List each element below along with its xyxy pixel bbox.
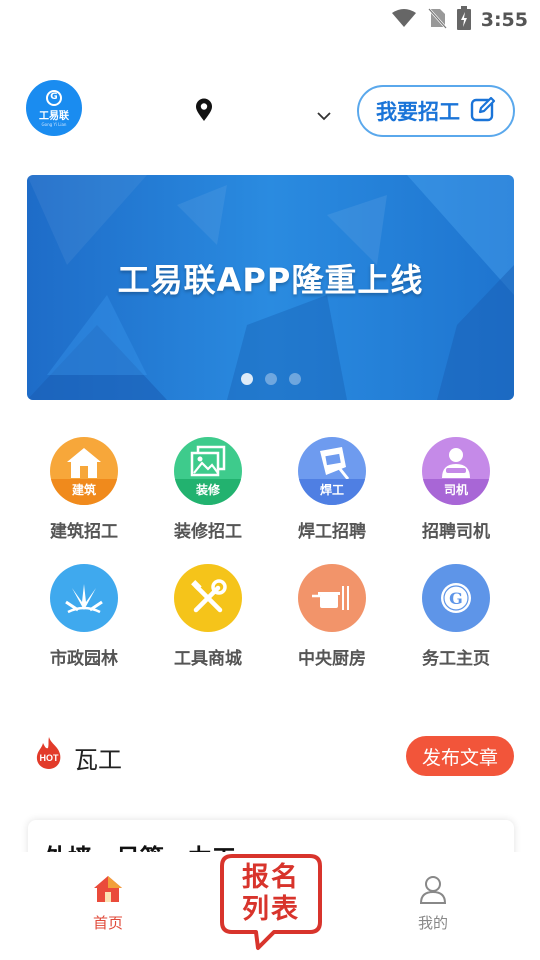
- status-icons: 3:55: [391, 6, 528, 34]
- status-time: 3:55: [480, 9, 528, 31]
- category-central-kitchen[interactable]: 中央厨房: [270, 564, 394, 669]
- section-header: HOT 瓦工 发布文章: [34, 736, 514, 776]
- edit-icon: [470, 96, 496, 126]
- category-label: 招聘司机: [422, 522, 490, 542]
- signup-label-line1: 报名: [242, 862, 300, 893]
- no-sim-icon: [427, 7, 447, 33]
- logo-g-icon: G: [46, 89, 62, 106]
- home-icon: [92, 874, 124, 908]
- category-label: 市政园林: [50, 649, 118, 669]
- hot-flame-icon: HOT: [34, 736, 64, 774]
- status-bar: 3:55: [0, 0, 540, 38]
- plant-icon: [50, 564, 118, 632]
- nav-home[interactable]: 首页: [78, 874, 138, 933]
- house-icon: 建筑: [50, 437, 118, 505]
- chevron-down-icon[interactable]: [316, 106, 332, 125]
- post-job-button[interactable]: 我要招工: [357, 85, 515, 137]
- post-job-label: 我要招工: [376, 100, 460, 124]
- user-profile-icon: [418, 874, 448, 908]
- category-worker-home[interactable]: G 务工主页: [394, 564, 518, 669]
- signup-list-label: 报名 列表: [218, 862, 324, 926]
- category-driver[interactable]: 司机 招聘司机: [394, 437, 518, 542]
- category-label: 装修招工: [174, 522, 242, 542]
- hot-label: HOT: [40, 753, 60, 763]
- battery-charging-icon: [456, 6, 471, 34]
- section-title: 瓦工: [74, 746, 122, 774]
- category-construction[interactable]: 建筑 建筑招工: [22, 437, 146, 542]
- svg-text:G: G: [449, 589, 463, 608]
- promo-banner[interactable]: 工易联APP隆重上线: [27, 175, 514, 400]
- pot-icon: [298, 564, 366, 632]
- category-label: 焊工招聘: [298, 522, 366, 542]
- banner-dot-1[interactable]: [240, 373, 253, 385]
- category-badge: 装修: [174, 479, 242, 505]
- welding-mask-icon: 焊工: [298, 437, 366, 505]
- category-grid: 建筑 建筑招工 装修 装修招工 焊工 焊工招聘 司机 招聘司机 市政园林 工具商…: [22, 437, 518, 669]
- category-welder[interactable]: 焊工 焊工招聘: [270, 437, 394, 542]
- category-label: 中央厨房: [298, 649, 366, 669]
- category-badge: 建筑: [50, 479, 118, 505]
- category-label: 务工主页: [422, 649, 490, 669]
- bottom-nav: 首页 报名 列表 我的: [0, 852, 540, 960]
- pictures-icon: 装修: [174, 437, 242, 505]
- nav-me-label: 我的: [417, 914, 448, 932]
- header: G 工易联 Gong Yi Lian 我要招工: [0, 80, 540, 140]
- category-decoration[interactable]: 装修 装修招工: [146, 437, 270, 542]
- location-pin-icon[interactable]: [194, 98, 214, 126]
- signup-list-button[interactable]: 报名 列表: [218, 852, 324, 952]
- category-badge: 焊工: [298, 479, 366, 505]
- category-label: 工具商城: [174, 649, 242, 669]
- publish-article-button[interactable]: 发布文章: [406, 736, 514, 776]
- logo-text: 工易联: [39, 110, 69, 122]
- category-badge: 司机: [422, 479, 490, 505]
- banner-dot-3[interactable]: [288, 373, 301, 385]
- logo-subtext: Gong Yi Lian: [41, 121, 67, 127]
- banner-pagination: [27, 373, 514, 385]
- banner-dot-2[interactable]: [264, 373, 277, 385]
- nav-home-label: 首页: [92, 914, 123, 932]
- app-logo[interactable]: G 工易联 Gong Yi Lian: [26, 80, 82, 136]
- tools-icon: [174, 564, 242, 632]
- category-municipal-garden[interactable]: 市政园林: [22, 564, 146, 669]
- wifi-icon: [391, 8, 417, 32]
- signup-label-line2: 列表: [242, 894, 300, 925]
- category-label: 建筑招工: [50, 522, 118, 542]
- category-tool-mall[interactable]: 工具商城: [146, 564, 270, 669]
- driver-icon: 司机: [422, 437, 490, 505]
- g-logo-icon: G: [422, 564, 490, 632]
- banner-title: 工易联APP隆重上线: [117, 261, 424, 299]
- nav-me[interactable]: 我的: [403, 874, 463, 933]
